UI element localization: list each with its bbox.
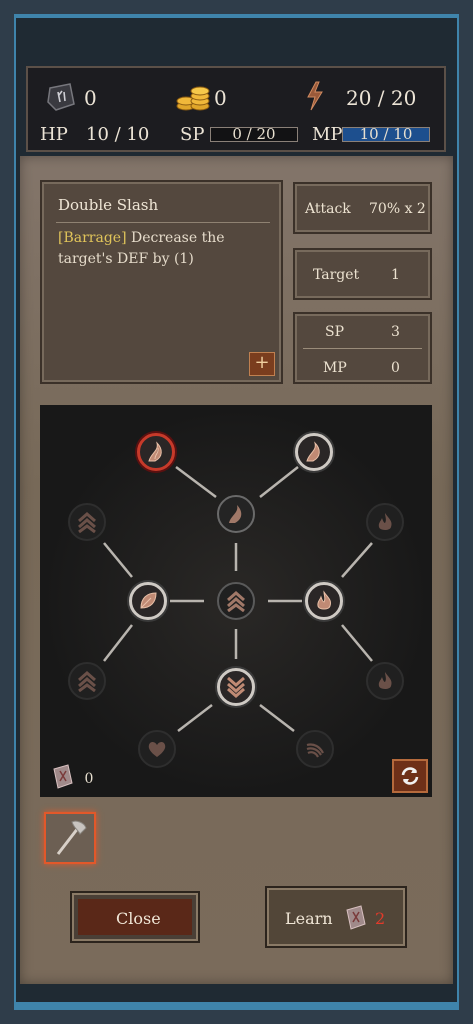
skill-node-heart[interactable] — [138, 730, 176, 768]
skill-node-claw[interactable] — [296, 730, 334, 768]
skill-node-chevron-upper-left[interactable] — [68, 503, 106, 541]
resource-bar: 0 0 20 / 20 HP 10 / 10 SP 0 / 20 MP 10 /… — [26, 66, 446, 152]
skill-node-double-slash[interactable] — [137, 433, 175, 471]
close-button[interactable]: Close — [70, 891, 200, 943]
skill-tag: [Barrage] — [58, 230, 127, 246]
learn-button-label: Learn — [285, 909, 333, 928]
hp-value: 10 / 10 — [86, 124, 150, 145]
expand-plus-button[interactable]: + — [249, 352, 275, 376]
skill-tree: 0 — [40, 405, 432, 797]
gold-count: 0 — [214, 86, 227, 110]
skill-node-leaf[interactable] — [129, 582, 167, 620]
cost-sp-value: 3 — [391, 324, 400, 340]
skill-book-icon — [50, 763, 76, 795]
divider — [56, 222, 270, 223]
learn-book-icon — [343, 904, 369, 936]
mp-bar-text: 10 / 10 — [359, 125, 413, 143]
reset-tree-button[interactable] — [392, 759, 428, 793]
learn-cost: 2 — [375, 909, 386, 928]
skill-description: [Barrage] Decrease the target's DEF by (… — [58, 228, 272, 270]
weapon-slot-axe[interactable] — [44, 812, 96, 864]
skill-node-fire-lower-right[interactable] — [366, 662, 404, 700]
skill-node-fire[interactable] — [305, 582, 343, 620]
target-value: 1 — [391, 267, 400, 283]
target-label: Target — [313, 267, 360, 283]
attack-info: Attack 70% x 2 — [293, 182, 432, 234]
skill-node-chevron-center[interactable] — [217, 582, 255, 620]
sp-bar-text: 0 / 20 — [232, 125, 276, 143]
skill-node-fire-upper-right[interactable] — [366, 503, 404, 541]
cost-divider — [303, 348, 422, 349]
lightning-icon — [304, 80, 326, 116]
refresh-icon — [401, 767, 419, 785]
rune-count: 0 — [84, 86, 97, 110]
skill-name: Double Slash — [58, 196, 159, 214]
skill-node-slash-center[interactable] — [217, 495, 255, 533]
axe-icon — [56, 820, 87, 855]
skill-node-chevron-down[interactable] — [217, 668, 255, 706]
gold-coins-icon — [176, 80, 212, 118]
sp-label: SP — [180, 124, 205, 145]
mp-bar: 10 / 10 — [342, 127, 430, 142]
rune-stone-icon — [44, 80, 78, 118]
attack-label: Attack — [305, 201, 351, 217]
sp-bar: 0 / 20 — [210, 127, 298, 142]
close-button-label: Close — [116, 909, 161, 928]
attack-value: 70% x 2 — [369, 201, 426, 217]
skill-node-slash-2[interactable] — [295, 433, 333, 471]
hp-label: HP — [40, 124, 68, 145]
target-info: Target 1 — [293, 248, 432, 300]
cost-sp-label: SP — [325, 324, 345, 340]
skill-description-box: Double Slash [Barrage] Decrease the targ… — [40, 180, 283, 384]
skill-book-count: 0 — [84, 771, 94, 787]
skill-book-counter: 0 — [50, 763, 93, 795]
cost-mp-label: MP — [323, 360, 347, 376]
learn-button[interactable]: Learn 2 — [265, 886, 407, 948]
skill-node-chevron-lower-left[interactable] — [68, 662, 106, 700]
energy-count: 20 / 20 — [346, 86, 417, 110]
cost-info: SP 3 MP 0 — [293, 312, 432, 384]
mp-label: MP — [312, 124, 343, 145]
cost-mp-value: 0 — [391, 360, 400, 376]
